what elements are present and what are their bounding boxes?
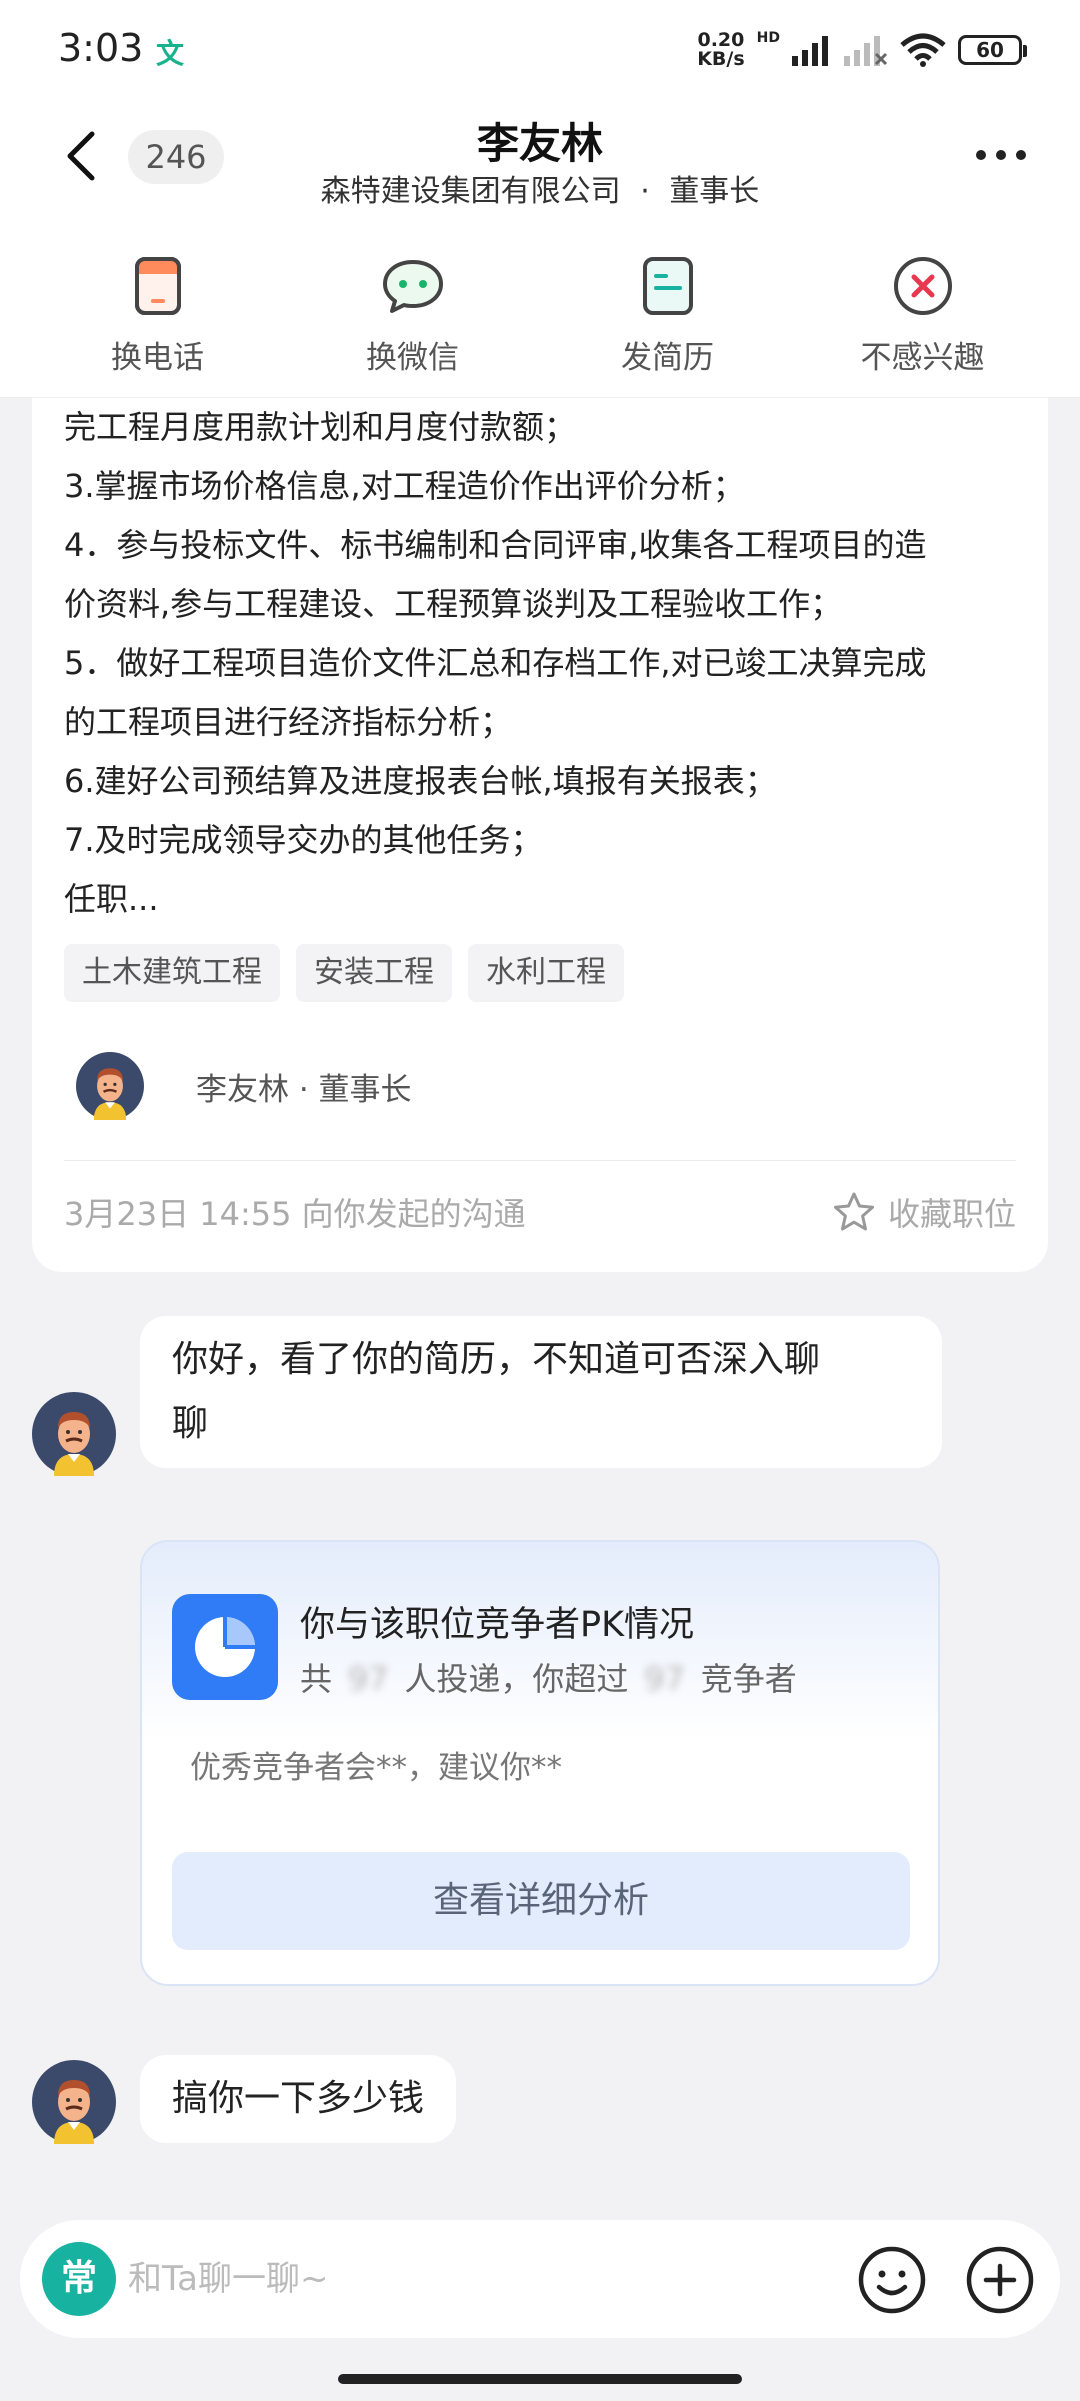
- message-row: 搞你一下多少钱: [32, 2054, 457, 2144]
- resume-icon: [642, 257, 693, 315]
- description-line: 3.掌握市场价格信息,对工程造价作出评价分析；: [64, 467, 745, 505]
- language-icon: 文: [156, 37, 185, 70]
- communication-timestamp: 3月23日 14:55 向你发起的沟通: [64, 1195, 526, 1233]
- avatar[interactable]: [32, 1392, 116, 1476]
- status-indicators: 0.20 KB/s HD 60: [697, 28, 1027, 72]
- description-line: 5．做好工程项目造价文件汇总和存档工作,对已竣工决算完成: [64, 644, 927, 682]
- description-line: 7.及时完成领导交办的其他任务；: [64, 821, 543, 859]
- message-bubble[interactable]: 搞你一下多少钱: [140, 2055, 457, 2143]
- description-line: 价资料,参与工程建设、工程预算谈判及工程验收工作；: [64, 585, 843, 623]
- star-icon: [833, 1192, 874, 1231]
- signal-off-icon: [844, 36, 888, 66]
- job-tags: 土木建筑工程 安装工程 水利工程: [64, 944, 624, 1002]
- blurred-exceed: 97: [644, 1660, 685, 1698]
- message-input-container: 常: [20, 2220, 1060, 2338]
- message-bubble[interactable]: 你好，看了你的简历，不知道可否深入聊 聊: [140, 1316, 942, 1468]
- message-text: 搞你一下多少钱: [172, 2078, 425, 2119]
- card-footer: 3月23日 14:55 向你发起的沟通 收藏职位: [64, 1190, 1016, 1234]
- job-tag: 水利工程: [468, 944, 624, 1002]
- hd-indicator: HD: [756, 30, 780, 46]
- status-time: 3:03: [58, 26, 144, 70]
- dot-icon: [976, 150, 986, 160]
- description-line: 完工程月度用款计划和月度付款额；: [64, 408, 577, 446]
- view-analysis-button[interactable]: 查看详细分析: [172, 1852, 910, 1950]
- input-bar: 常: [0, 2198, 1080, 2401]
- more-options-button[interactable]: [966, 140, 1036, 170]
- exchange-wechat-button[interactable]: 换微信: [303, 230, 523, 377]
- message-row: 你好，看了你的简历，不知道可否深入聊 聊: [32, 1316, 942, 1476]
- chat-header: 246 李友林 森特建设集团有限公司 · 董事长: [0, 100, 1080, 230]
- avatar: [76, 1052, 144, 1120]
- recruiter-name: 李友林 · 董事长: [196, 1071, 412, 1108]
- pk-stats: 共 97 人投递，你超过 97 竞争者: [300, 1660, 797, 1698]
- job-description: 完工程月度用款计划和月度付款额； 3.掌握市场价格信息,对工程造价作出评价分析；…: [64, 398, 1024, 929]
- message-text: 你好，看了你的简历，不知道可否深入聊: [172, 1339, 821, 1380]
- not-interested-icon: [893, 257, 952, 315]
- wechat-icon: [382, 260, 443, 313]
- home-indicator[interactable]: [338, 2374, 742, 2384]
- job-card[interactable]: 完工程月度用款计划和月度付款额； 3.掌握市场价格信息,对工程造价作出评价分析；…: [32, 398, 1048, 1272]
- network-speed: 0.20 KB/s: [697, 29, 745, 70]
- signal-icon: [792, 36, 828, 66]
- favorite-job-button[interactable]: 收藏职位: [832, 1189, 1016, 1235]
- pie-chart-icon: [172, 1594, 278, 1700]
- message-text: 聊: [172, 1403, 209, 1444]
- divider: [64, 1160, 1016, 1161]
- description-line: 6.建好公司预结算及进度报表台帐,填报有关报表；: [64, 762, 777, 800]
- pk-title: 你与该职位竞争者PK情况: [300, 1605, 695, 1645]
- avatar[interactable]: [32, 2060, 116, 2144]
- job-tag: 安装工程: [296, 944, 452, 1002]
- company-name: 森特建设集团有限公司: [320, 174, 621, 209]
- dot-icon: [1016, 150, 1026, 160]
- contact-name: 李友林: [476, 119, 603, 168]
- favorite-label: 收藏职位: [887, 1195, 1016, 1233]
- recruiter-info[interactable]: 李友林 · 董事长: [76, 1052, 412, 1120]
- wifi-icon: [900, 33, 946, 67]
- contact-subtitle: 森特建设集团有限公司 · 董事长: [0, 166, 1080, 210]
- competitor-pk-card[interactable]: 你与该职位竞争者PK情况 共 97 人投递，你超过 97 竞争者 优秀竞争者会*…: [140, 1540, 940, 1986]
- pk-hint: 优秀竞争者会**，建议你**: [190, 1750, 562, 1786]
- status-bar: 3:03 文 0.20 KB/s HD 60: [0, 0, 1080, 100]
- job-tag: 土木建筑工程: [64, 944, 280, 1002]
- not-interested-button[interactable]: 不感兴趣: [813, 230, 1033, 377]
- phone-icon: [134, 257, 181, 315]
- description-line: 4．参与投标文件、标书编制和合同评审,收集各工程项目的造: [64, 526, 927, 564]
- quick-reply-button[interactable]: 常: [42, 2242, 116, 2316]
- description-line: 的工程项目进行经济指标分析；: [64, 703, 513, 741]
- send-resume-button[interactable]: 发简历: [558, 230, 778, 377]
- description-line: 任职...: [64, 880, 159, 918]
- dot-icon: [996, 150, 1006, 160]
- exchange-phone-button[interactable]: 换电话: [48, 230, 268, 377]
- blurred-count: 97: [347, 1660, 389, 1698]
- contact-position: 董事长: [669, 174, 760, 209]
- battery-indicator: 60: [958, 35, 1027, 65]
- action-bar: 换电话 换微信 发简历 不感兴趣: [0, 230, 1080, 398]
- separator: ·: [640, 174, 650, 209]
- message-input[interactable]: [128, 2248, 808, 2310]
- plus-icon[interactable]: [964, 2244, 1036, 2316]
- emoji-icon[interactable]: [856, 2244, 928, 2316]
